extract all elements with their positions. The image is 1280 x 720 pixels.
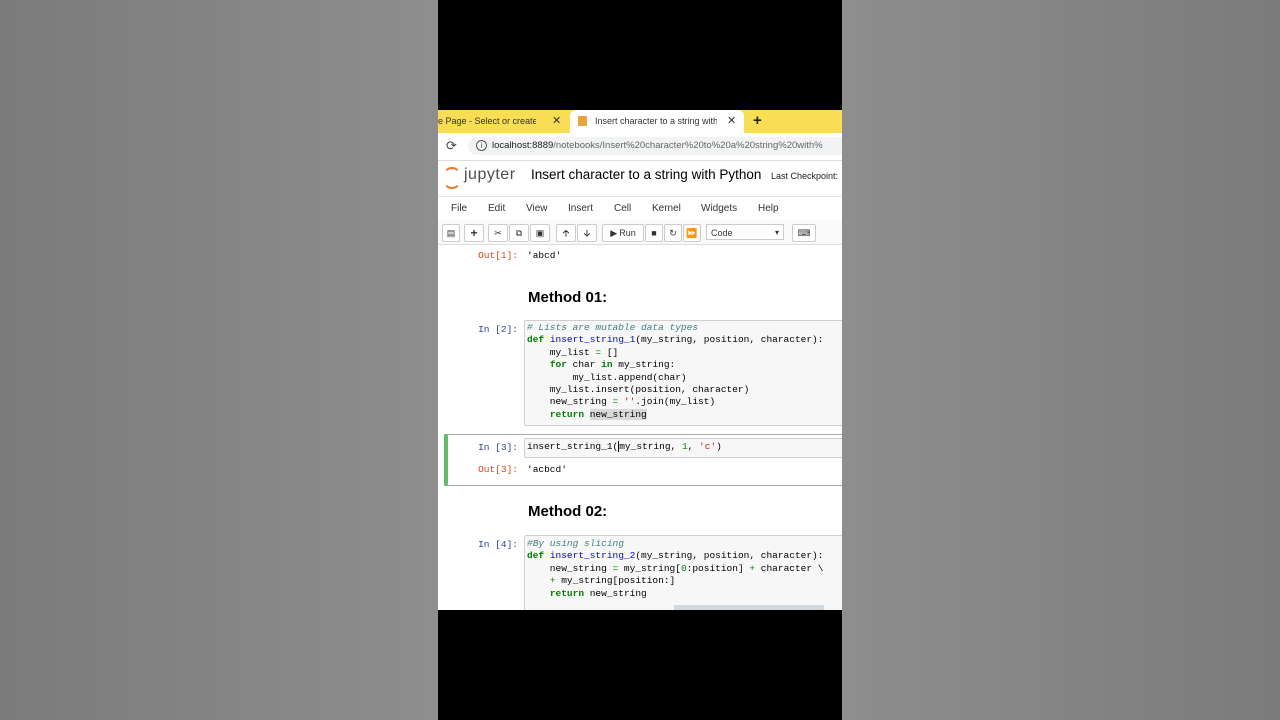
out-prompt: Out[3]:	[478, 464, 518, 475]
close-icon[interactable]: ✕	[727, 114, 736, 127]
run-button[interactable]: ▶ Run	[602, 224, 644, 242]
phone-frame: e Page - Select or create a n ✕ Insert c…	[438, 0, 842, 720]
output-value: 'acbcd'	[527, 464, 567, 475]
menu-insert[interactable]: Insert	[568, 203, 593, 214]
background-left	[0, 0, 438, 720]
method-heading: Method 02:	[528, 503, 608, 520]
tab-home[interactable]: e Page - Select or create a n ✕	[438, 110, 568, 133]
chevron-down-icon: ▾	[774, 228, 779, 237]
output-value: 'abcd'	[527, 250, 562, 261]
tab-bar: e Page - Select or create a n ✕ Insert c…	[438, 110, 842, 133]
background-right	[842, 0, 1280, 720]
play-icon: ▶	[610, 228, 618, 238]
address-bar: ⟳ i localhost:8889/notebooks/Insert%20ch…	[438, 133, 842, 159]
notebook-title[interactable]: Insert character to a string with Python	[531, 167, 761, 182]
menu-file[interactable]: File	[451, 203, 467, 214]
menu-help[interactable]: Help	[758, 203, 779, 214]
code-block[interactable]: #By using slicing def insert_string_2(my…	[527, 538, 823, 600]
notebook-icon	[578, 116, 587, 126]
code-block[interactable]: insert_string_1(my_string, 1, 'c')	[527, 441, 722, 453]
in-prompt: In [3]:	[478, 442, 518, 453]
save-icon[interactable]: ▤	[442, 224, 460, 242]
menu-bar: File Edit View Insert Cell Kernel Widget…	[438, 196, 842, 222]
jupyter-header: jupyter Insert character to a string wit…	[438, 160, 842, 193]
keyboard-icon[interactable]: ⌨	[792, 224, 816, 242]
browser-screen: e Page - Select or create a n ✕ Insert c…	[438, 110, 842, 610]
code-block[interactable]: # Lists are mutable data types def inser…	[527, 322, 823, 421]
tab-title: e Page - Select or create a n	[438, 116, 536, 126]
url-text: localhost:8889/notebooks/Insert%20charac…	[492, 140, 823, 151]
out-prompt: Out[1]:	[478, 250, 518, 261]
move-down-icon[interactable]: 🡣	[577, 224, 597, 242]
jupyter-logo-icon[interactable]	[443, 167, 461, 189]
checkpoint-label: Last Checkpoint:	[771, 171, 839, 181]
menu-edit[interactable]: Edit	[488, 203, 505, 214]
tab-notebook[interactable]: Insert character to a string with P ✕	[570, 110, 744, 133]
jupyter-brand[interactable]: jupyter	[464, 166, 516, 184]
close-icon[interactable]: ✕	[552, 114, 561, 127]
cell-type-select[interactable]: Code ▾	[706, 224, 784, 240]
new-tab-button[interactable]: +	[753, 112, 762, 129]
cut-icon[interactable]: ✂	[488, 224, 508, 242]
scroll-indicator	[674, 605, 824, 610]
restart-icon[interactable]: ↻	[664, 224, 682, 242]
add-cell-icon[interactable]: +	[464, 224, 484, 242]
menu-cell[interactable]: Cell	[614, 203, 631, 214]
paste-icon[interactable]: ▣	[530, 224, 550, 242]
in-prompt: In [2]:	[478, 324, 518, 335]
stop-icon[interactable]: ■	[645, 224, 663, 242]
menu-view[interactable]: View	[526, 203, 548, 214]
toolbar: ▤ + ✂ ⧉ ▣ 🡡 🡣 ▶ Run ■ ↻ ⏩ Code ▾ ⌨	[438, 220, 842, 245]
method-heading: Method 01:	[528, 289, 608, 306]
url-field[interactable]: i localhost:8889/notebooks/Insert%20char…	[468, 137, 842, 155]
notebook-area: Out[1]: 'abcd' Method 01: In [2]: # List…	[438, 245, 842, 610]
copy-icon[interactable]: ⧉	[509, 224, 529, 242]
in-prompt: In [4]:	[478, 539, 518, 550]
menu-kernel[interactable]: Kernel	[652, 203, 681, 214]
reload-icon[interactable]: ⟳	[446, 138, 457, 154]
fast-forward-icon[interactable]: ⏩	[683, 224, 701, 242]
tab-title: Insert character to a string with P	[595, 116, 717, 126]
info-icon[interactable]: i	[476, 140, 487, 151]
menu-widgets[interactable]: Widgets	[701, 203, 737, 214]
move-up-icon[interactable]: 🡡	[556, 224, 576, 242]
